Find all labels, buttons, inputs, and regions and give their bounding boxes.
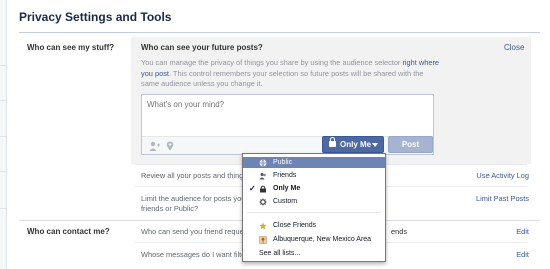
section-label-contact: Who can contact me? <box>27 227 110 236</box>
limit-audience-line-2: friends or Public? <box>141 204 199 213</box>
tag-friends-icon[interactable] <box>148 140 160 152</box>
section-label-see-stuff: Who can see my stuff? <box>27 43 115 52</box>
audience-dropdown-menu: Public Friends ✓ Only Me Custom Close Fr… <box>242 153 386 262</box>
menu-item-label: Custom <box>273 198 298 205</box>
audience-label: Only Me <box>340 140 372 149</box>
star-icon <box>259 222 267 230</box>
lock-icon <box>260 185 266 193</box>
caret-down-icon <box>372 143 378 147</box>
menu-item-label: Only Me <box>273 185 301 192</box>
edit-messages-link[interactable]: Edit <box>516 250 529 259</box>
review-posts-text: Review all your posts and things <box>141 171 247 180</box>
menu-item-label: Friends <box>273 172 297 179</box>
menu-item-albuquerque[interactable]: Albuquerque, New Mexico Area <box>243 234 385 245</box>
sidebar-divider <box>0 171 7 172</box>
menu-item-label: Albuquerque, New Mexico Area <box>273 236 372 243</box>
activity-log-link[interactable]: Use Activity Log <box>476 171 529 180</box>
audience-selector-button[interactable]: Only Me <box>322 136 384 153</box>
menu-item-close-friends[interactable]: Close Friends <box>243 220 385 231</box>
friend-requests-text: Who can send you friend reques <box>141 227 248 236</box>
panel-desc-text-2: . This control remembers your selection … <box>141 68 424 89</box>
location-pin-icon[interactable] <box>164 140 176 152</box>
menu-divider <box>247 212 381 213</box>
sidebar-divider <box>0 100 7 101</box>
panel-description: You can manage the privacy of things you… <box>141 58 441 90</box>
menu-item-public[interactable]: Public <box>243 157 385 168</box>
menu-item-label: See all lists... <box>259 250 301 257</box>
sidebar-divider <box>0 136 7 137</box>
friends-icon <box>259 173 266 180</box>
friend-requests-text-tail: ends <box>391 227 408 236</box>
menu-item-only-me[interactable]: ✓ Only Me <box>243 183 385 194</box>
check-icon: ✓ <box>249 184 256 193</box>
left-sidebar-edge <box>0 0 7 269</box>
panel-desc-text: You can manage the privacy of things you… <box>141 58 401 67</box>
edit-friend-requests-link[interactable]: Edit <box>516 227 529 236</box>
panel-heading: Who can see your future posts? <box>141 43 263 52</box>
location-icon <box>259 236 267 244</box>
message-filter-text: Whose messages do I want filte <box>141 250 246 259</box>
menu-item-friends[interactable]: Friends <box>243 170 385 181</box>
menu-item-label: Close Friends <box>273 222 317 229</box>
globe-icon <box>259 159 267 167</box>
limit-audience-text: Limit the audience for posts you friends… <box>141 194 245 214</box>
limit-past-posts-link[interactable]: Limit Past Posts <box>476 194 529 203</box>
title-divider <box>19 32 540 33</box>
status-input[interactable] <box>147 100 427 109</box>
post-button[interactable]: Post <box>388 136 433 153</box>
lock-icon <box>329 137 336 147</box>
gear-icon <box>259 198 267 206</box>
page-title: Privacy Settings and Tools <box>19 10 172 24</box>
close-link[interactable]: Close <box>504 43 524 52</box>
menu-item-see-all-lists[interactable]: See all lists... <box>243 248 385 259</box>
menu-item-label: Public <box>273 159 293 166</box>
sidebar-divider <box>0 65 7 66</box>
menu-item-custom[interactable]: Custom <box>243 196 385 207</box>
limit-audience-line-1: Limit the audience for posts you <box>141 194 246 203</box>
sidebar-divider <box>0 208 7 209</box>
